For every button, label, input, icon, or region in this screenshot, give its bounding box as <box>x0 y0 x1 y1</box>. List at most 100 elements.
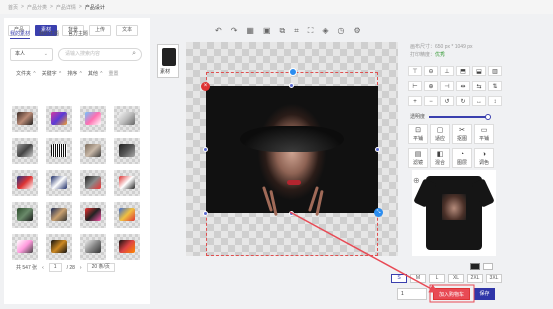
material-thumb[interactable] <box>80 202 106 228</box>
subtab-my-material[interactable]: 我的素材 <box>10 30 31 39</box>
material-thumb[interactable] <box>12 202 38 228</box>
flip-h-icon[interactable]: ⇆ <box>472 81 486 91</box>
material-thumb[interactable] <box>80 106 106 132</box>
tab-text[interactable]: 文本 <box>116 25 139 36</box>
action-layer[interactable]: ◔ 图层 <box>452 148 472 168</box>
page-size-select[interactable]: 20 条/页 <box>86 263 115 272</box>
opacity-knob[interactable] <box>485 113 492 120</box>
size-option[interactable]: XL <box>448 274 464 283</box>
distribute-h-icon[interactable]: ⇹ <box>456 81 470 91</box>
material-thumb[interactable] <box>46 138 72 164</box>
material-thumb[interactable] <box>46 234 72 260</box>
color-swatch-black[interactable] <box>470 263 480 270</box>
resize-handle[interactable] <box>203 211 208 216</box>
align-bottom-icon[interactable]: ⊥ <box>440 66 454 76</box>
crop-icon[interactable]: ⌗ <box>294 26 299 36</box>
size-option[interactable]: M <box>410 274 426 283</box>
action-color[interactable]: ◑ 调色 <box>474 148 494 168</box>
filter-sort[interactable]: 排序 ⌃ <box>67 70 83 77</box>
resize-handle[interactable] <box>375 147 380 152</box>
filter-other[interactable]: 其他 ⌃ <box>88 70 104 77</box>
undo-icon[interactable]: ↶ <box>215 26 222 36</box>
size-option[interactable]: L <box>429 274 445 283</box>
trash-icon[interactable]: ▥ <box>488 66 502 76</box>
material-thumb[interactable] <box>46 202 72 228</box>
redo-icon[interactable]: ↷ <box>231 26 238 36</box>
tab-upload[interactable]: 上传 <box>89 25 112 36</box>
action-tile[interactable]: ⊡ 平铺 <box>408 124 428 144</box>
quantity-input[interactable]: 1 <box>397 288 427 300</box>
material-thumb[interactable] <box>80 234 106 260</box>
material-thumb[interactable] <box>12 138 38 164</box>
align-middle-icon[interactable]: ⊖ <box>424 66 438 76</box>
owner-select[interactable]: 本人 ⌄ <box>10 48 53 61</box>
material-thumb[interactable] <box>114 234 140 260</box>
material-thumb[interactable] <box>12 170 38 196</box>
action-filter[interactable]: ▤ 滤镜 <box>408 148 428 168</box>
center-v-icon[interactable]: ↕ <box>488 96 502 106</box>
next-page-icon[interactable]: › <box>80 265 82 271</box>
subtab-official-theme[interactable]: 官方主题 <box>68 30 88 39</box>
rotate-left-icon[interactable]: ↺ <box>440 96 454 106</box>
material-thumb[interactable] <box>114 170 140 196</box>
settings-icon[interactable]: ⚙ <box>354 26 361 36</box>
rotate-right-icon[interactable]: ↻ <box>456 96 470 106</box>
side-thumbnail[interactable]: 素材 <box>157 44 179 78</box>
artwork-image[interactable] <box>206 86 378 217</box>
material-thumb[interactable] <box>80 170 106 196</box>
align-left-icon[interactable]: ⊢ <box>408 81 422 91</box>
action-blend[interactable]: ◧ 混合 <box>430 148 450 168</box>
action-fit[interactable]: ▢ 适应 <box>430 124 450 144</box>
grid-icon[interactable]: ▦ <box>246 26 254 36</box>
image-icon[interactable]: ▣ <box>263 26 271 36</box>
delete-icon[interactable]: × <box>201 82 210 91</box>
align-right-icon[interactable]: ⊣ <box>440 81 454 91</box>
material-thumb[interactable] <box>80 138 106 164</box>
scale-handle-icon[interactable]: ⤡ <box>374 208 383 217</box>
align-center-icon[interactable]: ⊕ <box>424 81 438 91</box>
material-thumb[interactable] <box>114 138 140 164</box>
layer-down-icon[interactable]: ⬓ <box>472 66 486 76</box>
material-thumb[interactable] <box>114 106 140 132</box>
add-to-cart-button[interactable]: 加入购物车 <box>433 288 470 300</box>
rotate-handle[interactable] <box>289 68 297 76</box>
color-swatch-white[interactable] <box>483 263 493 270</box>
zoom-in-icon[interactable]: ⊕ <box>413 176 420 185</box>
filter-keyword[interactable]: 关键字 ⌃ <box>42 70 63 77</box>
search-icon[interactable]: ⌕ <box>132 48 136 59</box>
product-preview[interactable] <box>412 170 496 256</box>
page-input[interactable]: 1 <box>48 263 62 272</box>
crumb-category[interactable]: 产品分类 <box>27 4 47 11</box>
material-thumb[interactable] <box>46 170 72 196</box>
opacity-slider[interactable] <box>429 113 492 120</box>
search-input[interactable]: 请输入搜索内容 ⌕ <box>58 48 142 61</box>
material-thumb[interactable] <box>46 106 72 132</box>
crumb-detail[interactable]: 产品详情 <box>56 4 76 11</box>
crumb-home[interactable]: 首页 <box>8 4 18 11</box>
action-tile-2[interactable]: ▭ 平铺 <box>474 124 494 144</box>
size-option[interactable]: 3XL <box>486 274 502 283</box>
resize-handle[interactable] <box>289 211 294 216</box>
copy-icon[interactable]: ⧉ <box>280 26 286 36</box>
action-cutout[interactable]: ✂ 抠图 <box>452 124 472 144</box>
layer-up-icon[interactable]: ⬒ <box>456 66 470 76</box>
resize-handle[interactable] <box>289 83 294 88</box>
layers-icon[interactable]: ◈ <box>322 26 328 36</box>
design-canvas[interactable]: × ⤡ <box>186 42 398 256</box>
minus-icon[interactable]: − <box>424 96 438 106</box>
material-thumb[interactable] <box>114 202 140 228</box>
plus-icon[interactable]: + <box>408 96 422 106</box>
filter-folder[interactable]: 文件夹 ⌃ <box>16 70 37 77</box>
history-icon[interactable]: ◷ <box>338 26 345 36</box>
size-option[interactable]: S <box>391 274 407 283</box>
material-thumb[interactable] <box>12 234 38 260</box>
resize-handle[interactable] <box>203 147 208 152</box>
filter-reset[interactable]: 重置 <box>108 70 118 77</box>
flip-v-icon[interactable]: ⇅ <box>488 81 502 91</box>
size-option[interactable]: 2XL <box>467 274 483 283</box>
prev-page-icon[interactable]: ‹ <box>42 265 44 271</box>
material-thumb[interactable] <box>12 106 38 132</box>
save-button[interactable]: 保存 <box>474 288 495 300</box>
align-top-icon[interactable]: ⊤ <box>408 66 422 76</box>
fit-icon[interactable]: ⛶ <box>308 26 314 36</box>
